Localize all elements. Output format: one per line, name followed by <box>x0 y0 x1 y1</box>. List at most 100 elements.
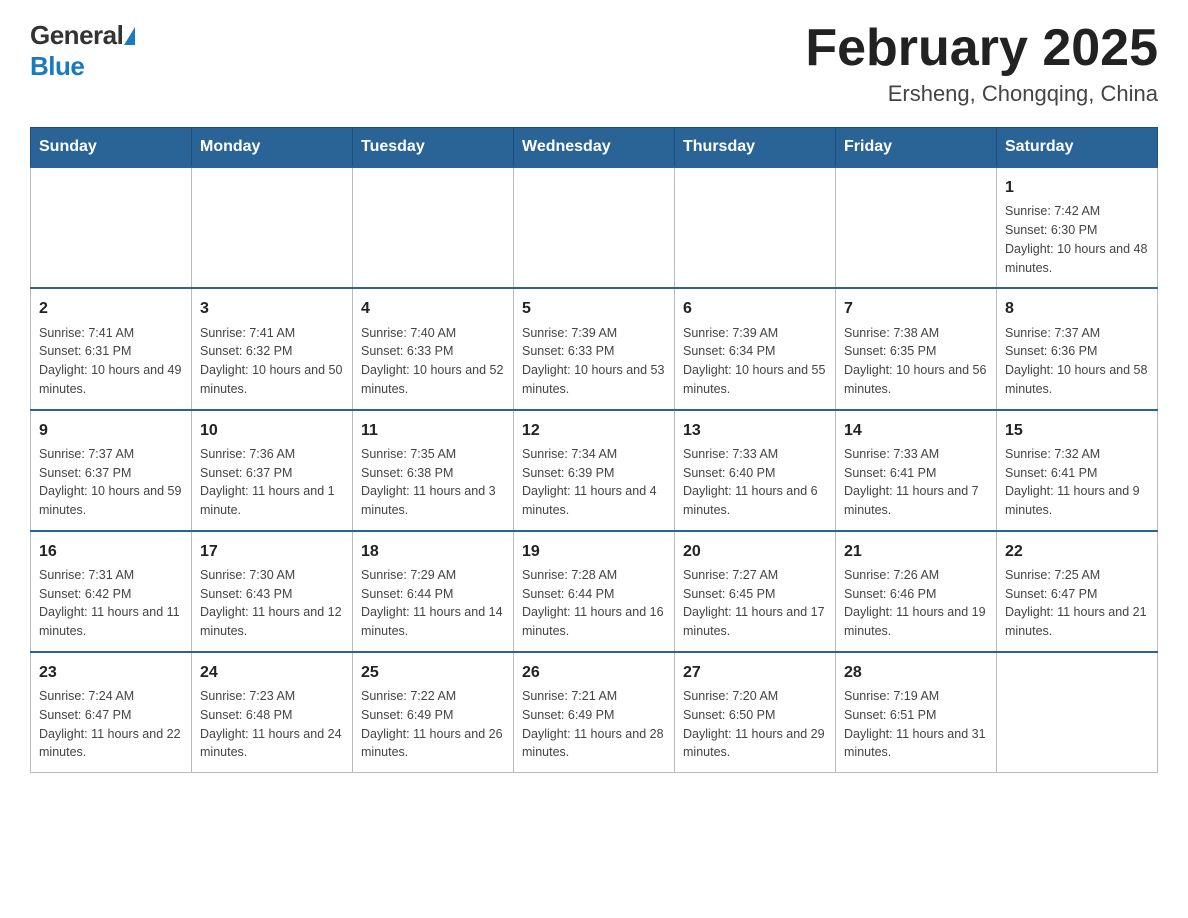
logo-triangle-icon <box>124 27 135 45</box>
day-info: Sunrise: 7:23 AM Sunset: 6:48 PM Dayligh… <box>200 687 344 762</box>
week-row-4: 16 Sunrise: 7:31 AM Sunset: 6:42 PM Dayli… <box>31 531 1158 652</box>
calendar-header-row: SundayMondayTuesdayWednesdayThursdayFrid… <box>31 128 1158 168</box>
calendar-cell: 18 Sunrise: 7:29 AM Sunset: 6:44 PM Dayli… <box>353 531 514 652</box>
calendar-table: SundayMondayTuesdayWednesdayThursdayFrid… <box>30 127 1158 773</box>
day-info: Sunrise: 7:36 AM Sunset: 6:37 PM Dayligh… <box>200 445 344 520</box>
day-number: 15 <box>1005 419 1149 442</box>
calendar-cell: 28Sunrise: 7:19 AM Sunset: 6:51 PM Dayli… <box>836 652 997 773</box>
day-number: 24 <box>200 661 344 684</box>
calendar-cell: 27 Sunrise: 7:20 AM Sunset: 6:50 PM Dayli… <box>675 652 836 773</box>
day-number: 7 <box>844 297 988 320</box>
calendar-cell: 9Sunrise: 7:37 AM Sunset: 6:37 PM Daylig… <box>31 410 192 531</box>
calendar-cell: 12 Sunrise: 7:34 AM Sunset: 6:39 PM Dayli… <box>514 410 675 531</box>
day-info: Sunrise: 7:39 AM Sunset: 6:34 PM Dayligh… <box>683 324 827 399</box>
day-number: 8 <box>1005 297 1149 320</box>
day-info: Sunrise: 7:22 AM Sunset: 6:49 PM Dayligh… <box>361 687 505 762</box>
day-number: 12 <box>522 419 666 442</box>
calendar-cell: 17 Sunrise: 7:30 AM Sunset: 6:43 PM Dayli… <box>192 531 353 652</box>
day-number: 22 <box>1005 540 1149 563</box>
week-row-1: 1Sunrise: 7:42 AM Sunset: 6:30 PM Daylig… <box>31 167 1158 288</box>
day-number: 17 <box>200 540 344 563</box>
calendar-cell <box>353 167 514 288</box>
calendar-cell: 15 Sunrise: 7:32 AM Sunset: 6:41 PM Dayli… <box>997 410 1158 531</box>
calendar-title: February 2025 <box>805 20 1158 77</box>
day-number: 20 <box>683 540 827 563</box>
day-info: Sunrise: 7:37 AM Sunset: 6:37 PM Dayligh… <box>39 445 183 520</box>
calendar-cell: 25 Sunrise: 7:22 AM Sunset: 6:49 PM Dayli… <box>353 652 514 773</box>
day-number: 18 <box>361 540 505 563</box>
day-number: 2 <box>39 297 183 320</box>
day-info: Sunrise: 7:41 AM Sunset: 6:32 PM Dayligh… <box>200 324 344 399</box>
day-number: 14 <box>844 419 988 442</box>
logo-text-blue: Blue <box>30 51 84 81</box>
day-info: Sunrise: 7:34 AM Sunset: 6:39 PM Dayligh… <box>522 445 666 520</box>
calendar-cell: 19 Sunrise: 7:28 AM Sunset: 6:44 PM Dayli… <box>514 531 675 652</box>
calendar-cell: 11Sunrise: 7:35 AM Sunset: 6:38 PM Dayli… <box>353 410 514 531</box>
day-info: Sunrise: 7:37 AM Sunset: 6:36 PM Dayligh… <box>1005 324 1149 399</box>
page-header: General Blue February 2025 Ersheng, Chon… <box>30 20 1158 107</box>
day-number: 23 <box>39 661 183 684</box>
calendar-header-sunday: Sunday <box>31 128 192 168</box>
day-number: 19 <box>522 540 666 563</box>
day-info: Sunrise: 7:33 AM Sunset: 6:41 PM Dayligh… <box>844 445 988 520</box>
calendar-cell: 3 Sunrise: 7:41 AM Sunset: 6:32 PM Daylig… <box>192 288 353 409</box>
calendar-cell: 2 Sunrise: 7:41 AM Sunset: 6:31 PM Daylig… <box>31 288 192 409</box>
calendar-cell: 4 Sunrise: 7:40 AM Sunset: 6:33 PM Daylig… <box>353 288 514 409</box>
day-info: Sunrise: 7:24 AM Sunset: 6:47 PM Dayligh… <box>39 687 183 762</box>
day-info: Sunrise: 7:26 AM Sunset: 6:46 PM Dayligh… <box>844 566 988 641</box>
day-number: 21 <box>844 540 988 563</box>
calendar-cell: 5Sunrise: 7:39 AM Sunset: 6:33 PM Daylig… <box>514 288 675 409</box>
calendar-cell <box>675 167 836 288</box>
calendar-cell: 7 Sunrise: 7:38 AM Sunset: 6:35 PM Daylig… <box>836 288 997 409</box>
day-number: 4 <box>361 297 505 320</box>
day-info: Sunrise: 7:30 AM Sunset: 6:43 PM Dayligh… <box>200 566 344 641</box>
day-number: 5 <box>522 297 666 320</box>
calendar-cell: 16 Sunrise: 7:31 AM Sunset: 6:42 PM Dayli… <box>31 531 192 652</box>
calendar-cell: 13Sunrise: 7:33 AM Sunset: 6:40 PM Dayli… <box>675 410 836 531</box>
day-info: Sunrise: 7:21 AM Sunset: 6:49 PM Dayligh… <box>522 687 666 762</box>
day-info: Sunrise: 7:28 AM Sunset: 6:44 PM Dayligh… <box>522 566 666 641</box>
calendar-cell: 24 Sunrise: 7:23 AM Sunset: 6:48 PM Dayli… <box>192 652 353 773</box>
day-number: 6 <box>683 297 827 320</box>
title-block: February 2025 Ersheng, Chongqing, China <box>805 20 1158 107</box>
day-info: Sunrise: 7:20 AM Sunset: 6:50 PM Dayligh… <box>683 687 827 762</box>
day-number: 26 <box>522 661 666 684</box>
day-number: 11 <box>361 419 505 442</box>
day-info: Sunrise: 7:29 AM Sunset: 6:44 PM Dayligh… <box>361 566 505 641</box>
calendar-header-saturday: Saturday <box>997 128 1158 168</box>
day-number: 16 <box>39 540 183 563</box>
calendar-cell <box>997 652 1158 773</box>
calendar-header-friday: Friday <box>836 128 997 168</box>
day-info: Sunrise: 7:41 AM Sunset: 6:31 PM Dayligh… <box>39 324 183 399</box>
calendar-cell: 1Sunrise: 7:42 AM Sunset: 6:30 PM Daylig… <box>997 167 1158 288</box>
day-number: 28 <box>844 661 988 684</box>
day-number: 3 <box>200 297 344 320</box>
day-number: 27 <box>683 661 827 684</box>
day-info: Sunrise: 7:27 AM Sunset: 6:45 PM Dayligh… <box>683 566 827 641</box>
calendar-cell: 23 Sunrise: 7:24 AM Sunset: 6:47 PM Dayli… <box>31 652 192 773</box>
calendar-cell: 26 Sunrise: 7:21 AM Sunset: 6:49 PM Dayli… <box>514 652 675 773</box>
day-info: Sunrise: 7:38 AM Sunset: 6:35 PM Dayligh… <box>844 324 988 399</box>
calendar-cell <box>514 167 675 288</box>
day-info: Sunrise: 7:42 AM Sunset: 6:30 PM Dayligh… <box>1005 202 1149 277</box>
day-number: 10 <box>200 419 344 442</box>
calendar-header-thursday: Thursday <box>675 128 836 168</box>
calendar-cell <box>836 167 997 288</box>
week-row-2: 2 Sunrise: 7:41 AM Sunset: 6:31 PM Daylig… <box>31 288 1158 409</box>
calendar-cell: 8 Sunrise: 7:37 AM Sunset: 6:36 PM Daylig… <box>997 288 1158 409</box>
calendar-header-wednesday: Wednesday <box>514 128 675 168</box>
calendar-cell: 6 Sunrise: 7:39 AM Sunset: 6:34 PM Daylig… <box>675 288 836 409</box>
week-row-5: 23 Sunrise: 7:24 AM Sunset: 6:47 PM Dayli… <box>31 652 1158 773</box>
calendar-cell: 20 Sunrise: 7:27 AM Sunset: 6:45 PM Dayli… <box>675 531 836 652</box>
calendar-cell: 22 Sunrise: 7:25 AM Sunset: 6:47 PM Dayli… <box>997 531 1158 652</box>
day-info: Sunrise: 7:32 AM Sunset: 6:41 PM Dayligh… <box>1005 445 1149 520</box>
day-number: 25 <box>361 661 505 684</box>
calendar-header-tuesday: Tuesday <box>353 128 514 168</box>
day-info: Sunrise: 7:40 AM Sunset: 6:33 PM Dayligh… <box>361 324 505 399</box>
calendar-cell: 21 Sunrise: 7:26 AM Sunset: 6:46 PM Dayli… <box>836 531 997 652</box>
calendar-header-monday: Monday <box>192 128 353 168</box>
day-info: Sunrise: 7:31 AM Sunset: 6:42 PM Dayligh… <box>39 566 183 641</box>
day-info: Sunrise: 7:25 AM Sunset: 6:47 PM Dayligh… <box>1005 566 1149 641</box>
day-number: 13 <box>683 419 827 442</box>
calendar-subtitle: Ersheng, Chongqing, China <box>805 81 1158 107</box>
